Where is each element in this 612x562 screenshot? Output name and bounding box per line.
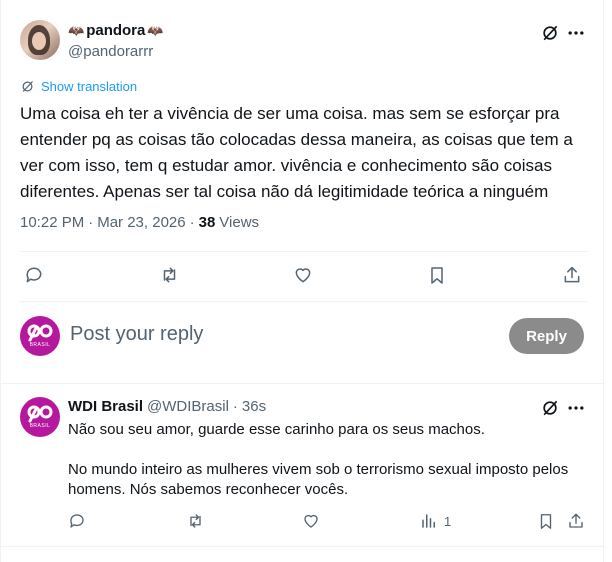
post-date[interactable]: Mar 23, 2026 xyxy=(97,214,185,231)
analytics-count: 1 xyxy=(444,513,452,529)
reply-header: WDI Brasil @WDIBrasil · 36s xyxy=(68,398,266,415)
analytics-icon xyxy=(420,512,438,530)
show-translation-label: Show translation xyxy=(41,79,138,94)
reply-input[interactable]: Post your reply xyxy=(70,323,203,346)
grok-icon[interactable] xyxy=(540,398,560,418)
divider xyxy=(20,251,587,252)
more-options-icon[interactable] xyxy=(566,398,586,418)
post-body: Uma coisa eh ter a vivência de ser uma c… xyxy=(20,101,573,205)
reply-body: Não sou seu amor, guarde esse carinho pa… xyxy=(68,420,568,500)
bookmark-icon[interactable] xyxy=(537,512,555,531)
conversation-column: 🦇 pandora 🦇 @pandorarrr Show translation… xyxy=(0,0,605,562)
bat-emoji-icon: 🦇 xyxy=(147,22,164,38)
post-time[interactable]: 10:22 PM xyxy=(20,214,84,231)
reply-age[interactable]: 36s xyxy=(242,398,266,415)
grok-icon[interactable] xyxy=(540,23,560,43)
reply-button[interactable]: Reply xyxy=(509,318,584,354)
post-meta: 10:22 PM · Mar 23, 2026 · 38 Views xyxy=(20,214,259,231)
reply-author-handle[interactable]: @WDIBrasil xyxy=(147,398,229,415)
post-body-line: diferentes. Apenas ser tal coisa não dá … xyxy=(20,182,549,201)
reply-icon[interactable] xyxy=(24,265,44,285)
repost-icon[interactable] xyxy=(186,512,205,530)
like-icon[interactable] xyxy=(302,512,320,530)
post-body-line: entender pq as coisas tão colocadas dess… xyxy=(20,130,573,149)
share-icon[interactable] xyxy=(567,512,585,530)
composer-avatar[interactable]: BRASIL xyxy=(20,316,60,356)
reply-body-line: homens. Nós sabemos reconhecer vocês. xyxy=(68,481,349,498)
more-options-icon[interactable] xyxy=(566,23,586,43)
views-label: Views xyxy=(219,214,260,231)
composer-avatar-label: BRASIL xyxy=(29,342,51,348)
reply-body-line: No mundo inteiro as mulheres vivem sob o… xyxy=(68,461,569,478)
post-body-line: Uma coisa eh ter a vivência de ser uma c… xyxy=(20,104,560,123)
translate-icon xyxy=(20,79,35,94)
reply-separator: · xyxy=(232,398,238,415)
reply-icon[interactable] xyxy=(68,512,86,530)
meta-separator: · xyxy=(189,214,195,231)
author-display-name: pandora xyxy=(86,22,146,39)
reply-author-name[interactable]: WDI Brasil xyxy=(68,398,143,415)
views-count: 38 xyxy=(198,214,216,231)
author-avatar[interactable] xyxy=(20,20,60,60)
like-icon[interactable] xyxy=(293,265,313,285)
reply-avatar-label: BRASIL xyxy=(29,423,51,429)
post-body-line: ver com isso, tem q estudar amor. vivênc… xyxy=(20,156,552,175)
author-handle[interactable]: @pandorarrr xyxy=(68,43,153,60)
repost-icon[interactable] xyxy=(159,265,180,285)
meta-separator: · xyxy=(88,214,94,231)
reply-body-line: Não sou seu amor, guarde esse carinho pa… xyxy=(68,421,485,438)
share-icon[interactable] xyxy=(562,265,582,285)
bat-emoji-icon: 🦇 xyxy=(68,22,85,38)
author-name-row[interactable]: 🦇 pandora 🦇 xyxy=(68,22,164,39)
bookmark-icon[interactable] xyxy=(427,265,447,286)
divider xyxy=(1,546,605,547)
analytics-button[interactable]: 1 xyxy=(420,512,451,530)
divider xyxy=(20,301,587,302)
divider xyxy=(1,383,605,384)
show-translation-link[interactable]: Show translation xyxy=(20,79,137,94)
reply-author-avatar[interactable]: BRASIL xyxy=(20,397,60,437)
